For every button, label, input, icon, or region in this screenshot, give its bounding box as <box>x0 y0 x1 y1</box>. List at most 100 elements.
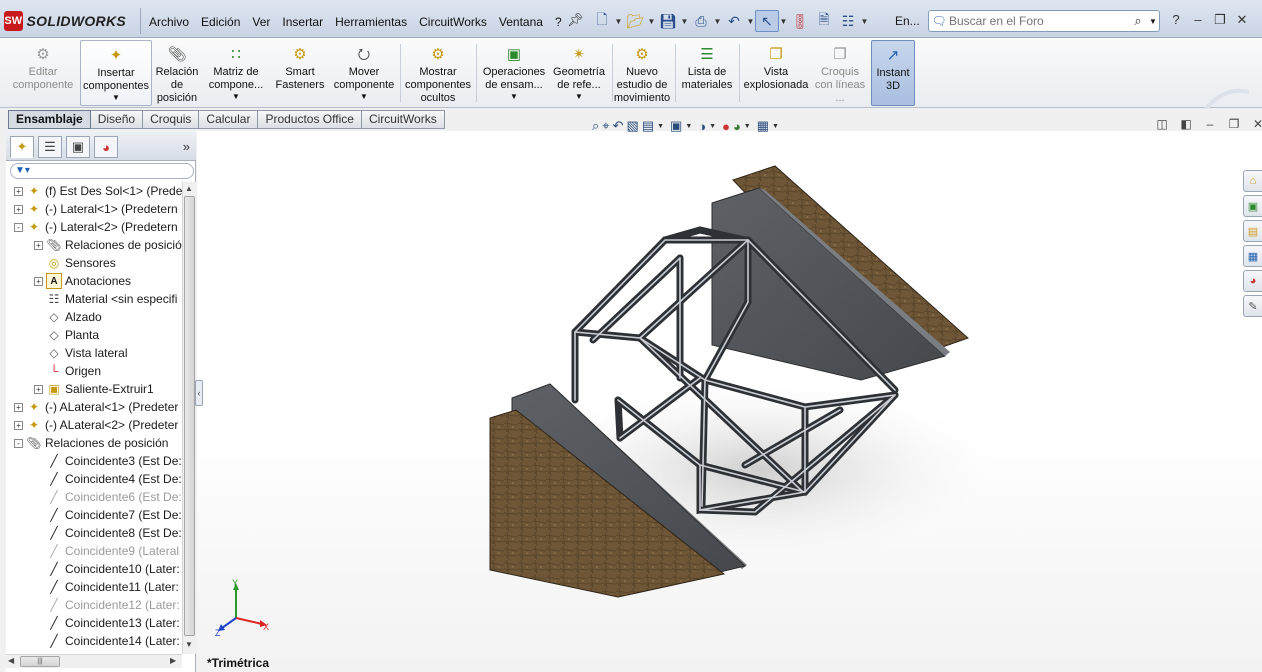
tree-item[interactable]: - 📎︎ Relaciones de posición <box>6 434 182 452</box>
select-icon[interactable]: ↖ <box>755 10 779 32</box>
dynamic-annotation-icon[interactable]: ▤ <box>642 118 654 134</box>
collapse-icon[interactable]: - <box>14 222 23 232</box>
appearances-icon[interactable]: ◕ <box>1243 270 1262 292</box>
feature-filter[interactable]: ▼▾ <box>10 163 194 179</box>
tree-item[interactable]: + ✦ (-) ALateral<2> (Predeter <box>6 416 182 434</box>
zoom-to-fit-icon[interactable]: ⌕ <box>592 118 599 134</box>
edit-component-button[interactable]: ⚙ Editar componente <box>6 40 80 106</box>
custom-properties-icon[interactable]: ✎ <box>1243 295 1262 317</box>
save-dropdown[interactable]: ▼ <box>680 17 689 26</box>
tree-item[interactable]: ╱ Coincidente8 (Est De: <box>6 524 182 542</box>
section-view-icon[interactable]: ▧ <box>627 118 639 134</box>
file-properties-icon[interactable]: 🗎 <box>812 10 836 32</box>
tree-item[interactable]: ╱ Coincidente7 (Est De: <box>6 506 182 524</box>
zoom-to-area-icon[interactable]: ⌖ <box>602 118 609 134</box>
restore-icon[interactable]: ❐ <box>1209 12 1231 28</box>
tree-item[interactable]: - ✦ (-) Lateral<2> (Predetern <box>6 218 182 236</box>
new-motion-study-button[interactable]: ⚙ Nuevo estudio de movimiento <box>614 40 670 106</box>
tree-vertical-scrollbar[interactable]: ▲ ▼ <box>182 182 196 654</box>
expand-icon[interactable]: + <box>14 186 23 196</box>
chevron-down-icon[interactable]: ▼ <box>510 92 518 102</box>
search-dropdown[interactable]: ▼ <box>1147 17 1159 26</box>
menu-herramientas[interactable]: Herramientas <box>329 13 413 31</box>
insert-components-button[interactable]: ✦ Insertar componentes ▼ <box>80 40 152 106</box>
menu-ver[interactable]: Ver <box>246 13 276 31</box>
scroll-down-icon[interactable]: ▼ <box>185 640 193 649</box>
solidworks-logo[interactable]: SW SOLIDWORKS <box>4 9 126 33</box>
split-horizontal-icon[interactable]: ◫ <box>1150 117 1174 131</box>
scroll-right-icon[interactable]: ▶ <box>170 656 176 665</box>
print-dropdown[interactable]: ▼ <box>713 17 722 26</box>
tree-item[interactable]: ╱ Coincidente10 (Later: <box>6 560 182 578</box>
search-box[interactable]: 🗨︎ ⌕ ▼ <box>928 10 1160 32</box>
expand-icon[interactable]: + <box>34 384 43 394</box>
property-manager-tab-icon[interactable]: ☰ <box>38 136 62 158</box>
menu-insertar[interactable]: Insertar <box>276 13 329 31</box>
feature-tree-tab-icon[interactable]: ✦ <box>10 136 34 158</box>
reference-geometry-button[interactable]: ✴ Geometría de refe... ▼ <box>550 40 608 106</box>
home-icon[interactable]: ⌂ <box>1243 170 1262 192</box>
tree-item[interactable]: ☷ Material <sin especifi <box>6 290 182 308</box>
previous-view-icon[interactable]: ↶ <box>613 118 624 134</box>
expand-icon[interactable]: + <box>34 276 43 286</box>
scroll-left-icon[interactable]: ◀ <box>8 656 14 665</box>
undo-dropdown[interactable]: ▼ <box>746 17 755 26</box>
file-explorer-icon[interactable]: ▤ <box>1243 220 1262 242</box>
show-hidden-button[interactable]: ⚙ Mostrar componentes ocultos <box>404 40 472 106</box>
chevron-down-icon[interactable]: ▼ <box>575 92 583 102</box>
tab-circuitworks[interactable]: CircuitWorks <box>361 110 445 129</box>
expand-icon[interactable]: + <box>14 204 23 214</box>
chevron-down-icon[interactable]: ▼ <box>685 123 692 130</box>
minimize-icon[interactable]: – <box>1198 117 1222 131</box>
rebuild-icon[interactable]: 🚦︎ <box>788 10 812 32</box>
tree-item[interactable]: + ✦ (-) ALateral<1> (Predeter <box>6 398 182 416</box>
expand-icon[interactable]: + <box>14 402 23 412</box>
open-icon[interactable]: 📂︎ <box>623 10 647 32</box>
menu-archivo[interactable]: Archivo <box>143 13 195 31</box>
mate-button[interactable]: 📎︎ Relación de posición <box>153 40 201 106</box>
new-dropdown[interactable]: ▼ <box>614 17 623 26</box>
minimize-icon[interactable]: – <box>1187 12 1209 28</box>
scroll-up-icon[interactable]: ▲ <box>185 184 193 193</box>
move-component-button[interactable]: ⭮ Mover componente ▼ <box>332 40 396 106</box>
menu-edicion[interactable]: Edición <box>195 13 246 31</box>
menu-help[interactable]: ? <box>549 13 568 31</box>
print-icon[interactable]: ⎙ <box>689 10 713 32</box>
smart-fasteners-button[interactable]: ⚙ Smart Fasteners <box>270 40 330 106</box>
tree-item[interactable]: + ✦ (-) Lateral<1> (Predetern <box>6 200 182 218</box>
undo-icon[interactable]: ↶ <box>722 10 746 32</box>
chevron-down-icon[interactable]: ▼ <box>112 93 120 103</box>
tree-item[interactable]: ╱ Coincidente14 (Later: <box>6 632 182 650</box>
component-pattern-button[interactable]: ∷ Matriz de compone... ▼ <box>205 40 267 106</box>
tree-item[interactable]: + A Anotaciones <box>6 272 182 290</box>
assembly-features-button[interactable]: ▣ Operaciones de ensam... ▼ <box>480 40 548 106</box>
tab-productos-office[interactable]: Productos Office <box>258 110 362 129</box>
menu-ventana[interactable]: Ventana <box>493 13 549 31</box>
view-settings-icon[interactable]: ▦ <box>757 118 769 134</box>
panel-splitter[interactable]: ‹ <box>195 380 203 406</box>
save-icon[interactable]: 💾︎ <box>656 10 680 32</box>
open-dropdown[interactable]: ▼ <box>647 17 656 26</box>
scroll-thumb[interactable]: ||| <box>20 656 60 667</box>
expand-panel-icon[interactable]: » <box>183 139 190 154</box>
options-icon[interactable]: ☷ <box>836 10 860 32</box>
tree-item[interactable]: └ Origen <box>6 362 182 380</box>
tree-item[interactable]: ╱ Coincidente13 (Later: <box>6 614 182 632</box>
exploded-view-button[interactable]: ❐ Vista explosionada <box>742 40 810 106</box>
close-icon[interactable]: ✕ <box>1231 12 1253 28</box>
tree-item[interactable]: ╱ Coincidente4 (Est De: <box>6 470 182 488</box>
tree-item[interactable]: + 📎︎ Relaciones de posició <box>6 236 182 254</box>
close-icon[interactable]: ✕ <box>1246 117 1262 131</box>
restore-icon[interactable]: ❐ <box>1222 117 1246 131</box>
view-orientation-icon[interactable]: ▣ <box>670 118 682 134</box>
chevron-down-icon[interactable]: ▼ <box>657 123 664 130</box>
display-style-icon[interactable]: ◑ <box>698 119 706 134</box>
apply-scene-icon[interactable]: ◕ <box>733 119 741 134</box>
tree-item[interactable]: ◇ Vista lateral <box>6 344 182 362</box>
tree-item[interactable]: ╱ Coincidente11 (Later: <box>6 578 182 596</box>
search-input[interactable] <box>949 14 1129 28</box>
view-palette-icon[interactable]: ▦ <box>1243 245 1262 267</box>
scroll-thumb[interactable] <box>184 196 195 636</box>
help-icon[interactable]: ? <box>1165 12 1187 28</box>
language-label[interactable]: En... <box>895 14 920 28</box>
